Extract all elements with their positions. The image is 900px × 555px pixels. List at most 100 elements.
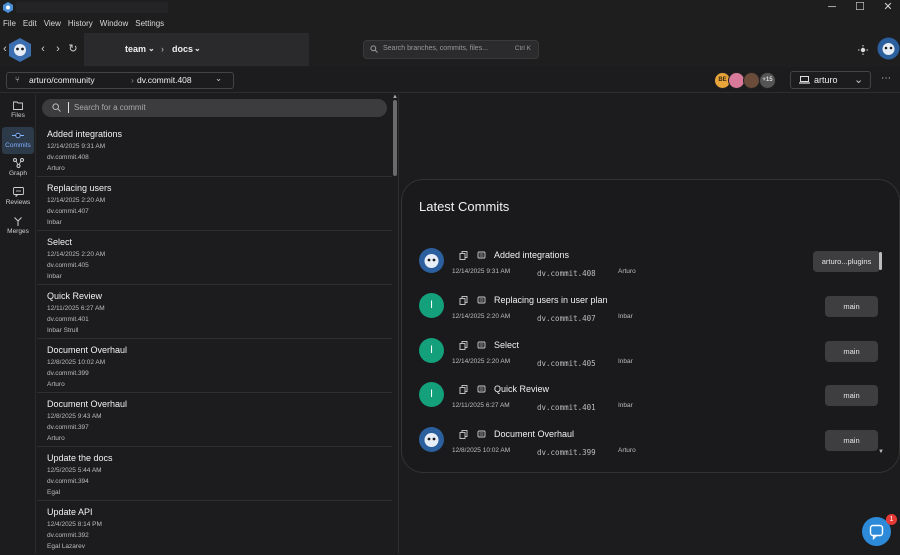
latest-commits-title: Latest Commits [419,199,510,214]
commit-title: Added integrations [494,250,570,260]
commit-actions [459,385,489,395]
commit-author: Inbar [618,313,633,320]
sidebar-item-reviews[interactable]: Reviews [2,186,34,213]
menu-window[interactable]: Window [100,19,128,28]
sidebar-item-merges[interactable]: Merges [2,215,34,242]
text-cursor [68,102,69,113]
commit-date: 12/11/2025 6:27 AM [452,402,510,409]
commit-author: Inbar [47,219,62,226]
more-options-icon[interactable]: ⋯ [881,73,891,84]
user-name: arturo [814,75,838,85]
sidebar: Files Commits Graph Reviews Merges [0,94,36,554]
breadcrumb-docs[interactable]: docs [172,44,193,54]
branch-button[interactable]: main [825,430,878,451]
commit-author: Arturo [47,381,65,388]
separator-icon: › [161,44,164,54]
title-bar: ─ ☐ ✕ [0,0,900,15]
commit-date: 12/14/2025 9:31 AM [452,268,511,275]
collaborator-count[interactable]: +15 [759,72,776,89]
review-icon [12,187,24,197]
commit-date: 12/14/2025 2:20 AM [452,313,511,320]
commit-actions [459,430,489,440]
branch-button[interactable]: main [825,385,878,406]
breadcrumb-team[interactable]: team [125,44,146,54]
mascot-logo[interactable] [9,38,31,62]
commit-id: dv.commit.394 [47,478,89,485]
chevron-down-icon: ⌄ [215,73,223,83]
commit-author: Inbar [47,273,62,280]
commit-id: dv.commit.399 [537,448,596,457]
panel-divider[interactable] [398,94,399,554]
commit-search-input[interactable]: Search for a commit [42,99,387,117]
commit-actions [459,251,489,261]
list-item[interactable]: Update API 12/4/2025 8:14 PM dv.commit.3… [37,501,392,555]
sidebar-item-graph[interactable]: Graph [2,157,34,184]
card-scrollbar[interactable] [879,252,882,270]
commit-author: Arturo [618,447,636,454]
list-item[interactable]: Quick Review 12/11/2025 6:27 AM dv.commi… [37,285,392,339]
latest-commit-row[interactable]: I Replacing users in user plan 12/14/202… [417,293,882,335]
menu-settings[interactable]: Settings [135,19,164,28]
collaborator-avatar[interactable] [743,72,760,89]
latest-commit-row[interactable]: Document Overhaul 12/8/2025 10:02 AM dv.… [417,427,882,469]
commit-author: Egal [47,489,61,496]
list-item[interactable]: Update the docs 12/5/2025 5:44 AM dv.com… [37,447,392,501]
maximize-button[interactable]: ☐ [850,0,870,15]
branch-button[interactable]: main [825,341,878,362]
chevron-down-icon: ⌄ [854,74,864,86]
commit-icon [12,132,24,139]
commit-author: Inbar [618,402,633,409]
menu-bar: File Edit View History Window Settings [0,15,900,32]
back-icon[interactable]: ‹ [36,42,50,56]
list-item[interactable]: Document Overhaul 12/8/2025 10:02 AM dv.… [37,339,392,393]
global-search-input[interactable]: Search branches, commits, files... Ctrl … [363,40,539,59]
list-item[interactable]: Replacing users 12/14/2025 2:20 AM dv.co… [37,177,392,231]
search-icon [52,103,61,112]
latest-commit-row[interactable]: I Quick Review 12/11/2025 6:27 AM dv.com… [417,382,882,424]
list-item[interactable]: Added integrations 12/14/2025 9:31 AM dv… [37,123,392,177]
app-logo-icon [3,2,13,13]
avatar: I [419,382,444,407]
user-avatar[interactable] [877,37,900,60]
menu-history[interactable]: History [68,19,93,28]
commit-title: Select [47,237,73,247]
menu-file[interactable]: File [3,19,16,28]
branch-button[interactable]: arturo...plugins [813,251,880,272]
avatar [419,248,444,273]
latest-commit-row[interactable]: Added integrations 12/14/2025 9:31 AM dv… [417,248,882,290]
refresh-icon[interactable]: ↻ [66,42,80,56]
menu-view[interactable]: View [44,19,61,28]
sidebar-item-label: Files [11,112,25,119]
commit-date: 12/14/2025 9:31 AM [47,143,106,150]
commit-id: dv.commit.408 [537,269,596,278]
commit-id: dv.commit.408 [47,154,89,161]
theme-toggle-icon[interactable] [858,45,868,55]
scroll-down-icon[interactable]: ▼ [878,449,884,455]
user-device-selector[interactable]: arturo ⌄ [790,71,871,89]
minimize-button[interactable]: ─ [822,0,842,15]
commit-date: 12/8/2025 9:43 AM [47,413,102,420]
commit-date: 12/5/2025 5:44 AM [47,467,102,474]
search-shortcut: Ctrl K [514,45,531,52]
title-strip [16,2,168,13]
latest-commit-row[interactable]: I Select 12/14/2025 2:20 AM dv.commit.40… [417,338,882,380]
sidebar-item-commits[interactable]: Commits [2,127,34,154]
commit-author: Inbar [618,358,633,365]
commit-author: Arturo [618,268,636,275]
commit-title: Update API [47,507,93,517]
commit-date: 12/14/2025 2:20 AM [47,197,106,204]
commit-id: dv.commit.401 [537,403,596,412]
commit-id: dv.commit.392 [47,532,89,539]
list-item[interactable]: Select 12/14/2025 2:20 AM dv.commit.405 … [37,231,392,285]
search-placeholder: Search branches, commits, files... [383,45,489,52]
sidebar-item-files[interactable]: Files [2,100,34,127]
forward-icon[interactable]: › [51,42,65,56]
branch-button[interactable]: main [825,296,878,317]
close-button[interactable]: ✕ [878,0,898,15]
commit-author: Inbar Strull [47,327,79,334]
merge-icon [14,217,22,226]
menu-edit[interactable]: Edit [23,19,37,28]
commit-list-scrollbar[interactable] [393,100,397,176]
repo-selector[interactable]: ⑂ arturo/community › dv.commit.408 ⌄ [6,72,234,89]
list-item[interactable]: Document Overhaul 12/8/2025 9:43 AM dv.c… [37,393,392,447]
